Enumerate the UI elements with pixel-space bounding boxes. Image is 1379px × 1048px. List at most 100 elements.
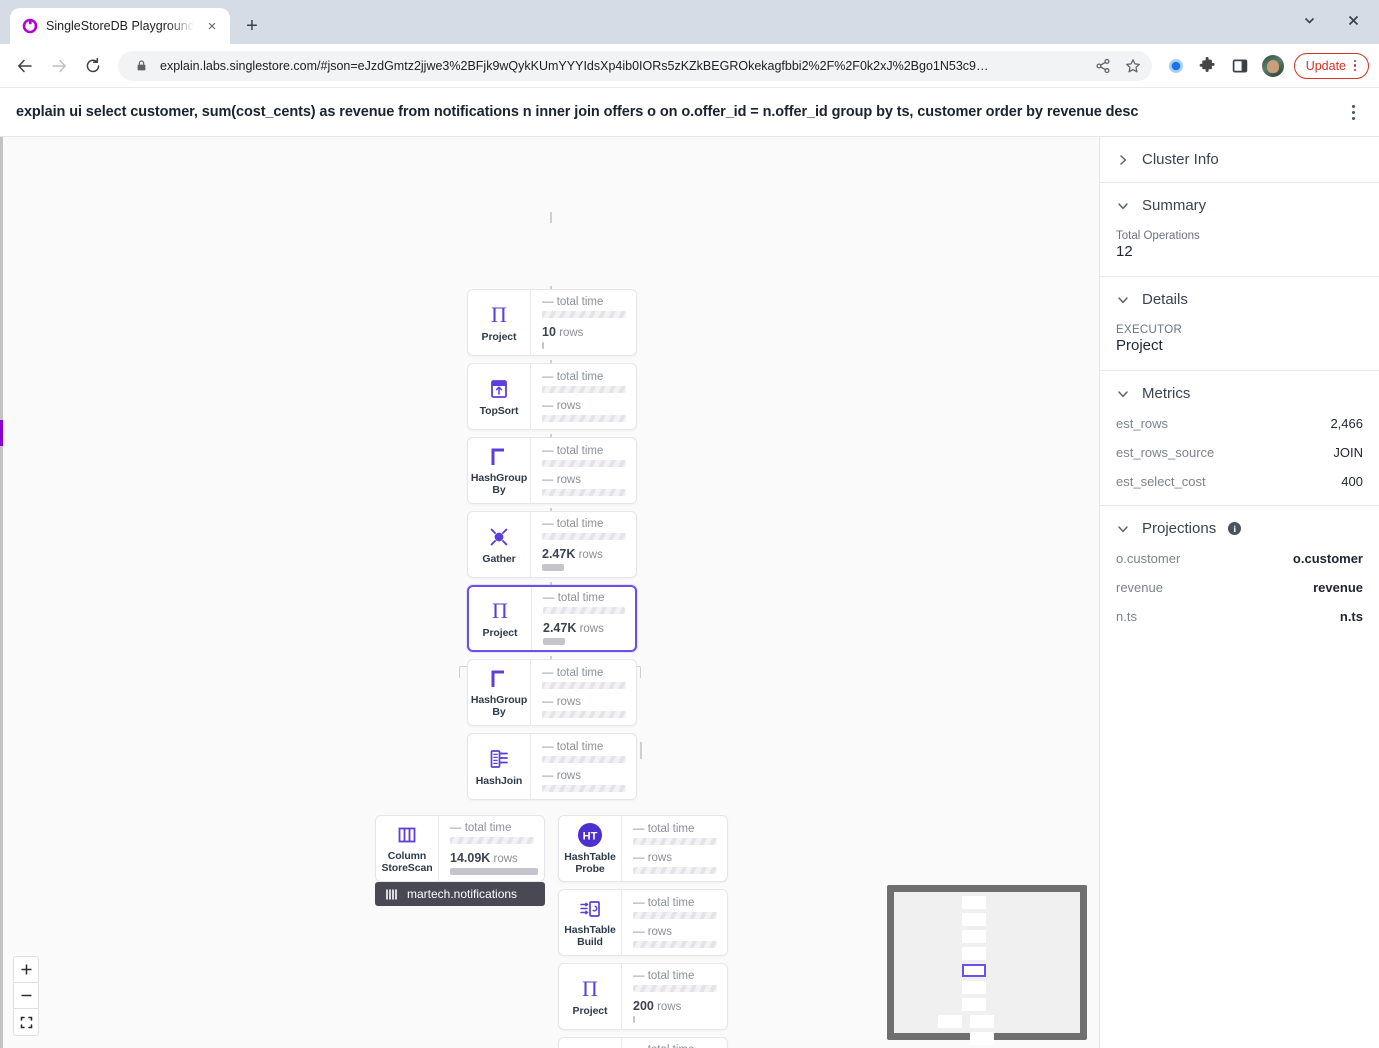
metric-time-text: — total time <box>542 445 626 457</box>
node-identity: Column StoreScan <box>376 816 438 881</box>
section-header[interactable]: Cluster Info <box>1116 151 1363 168</box>
puzzle-extensions-icon[interactable] <box>1194 52 1222 80</box>
chrome-menu-icon[interactable] <box>1348 60 1362 72</box>
section-projections[interactable]: Projections i o.customer o.customer reve… <box>1100 506 1379 640</box>
plan-node-columnstorescan[interactable]: Column StoreScan — total time 14.09K row… <box>375 815 545 882</box>
info-icon[interactable]: i <box>1228 522 1241 535</box>
node-metrics: — total time — rows <box>530 660 636 725</box>
new-tab-button[interactable]: + <box>238 12 266 40</box>
minimap-node <box>962 947 986 960</box>
time-bar <box>542 533 626 540</box>
plan-node-hashtable-build[interactable]: HashTable Build — total time — rows <box>558 889 728 956</box>
minimap[interactable] <box>887 885 1087 1040</box>
node-label: TopSort <box>480 406 519 418</box>
metric-total-time: — total time <box>542 518 626 540</box>
node-metrics: — total time 2.47K rows <box>530 512 636 577</box>
close-icon[interactable]: × <box>202 16 222 36</box>
plan-node-hashgroupby-2[interactable]: HashGroup By — total time — rows <box>467 659 637 726</box>
sidepanel-icon[interactable] <box>1226 52 1254 80</box>
close-icon[interactable] <box>1331 4 1375 36</box>
fit-screen-icon[interactable] <box>14 1009 38 1035</box>
time-bar <box>633 985 717 992</box>
metric-rows: — rows <box>633 852 717 874</box>
plan-node-project-top[interactable]: Π Project — total time 10 rows <box>467 289 637 356</box>
update-button[interactable]: Update <box>1294 53 1369 79</box>
address-bar[interactable]: explain.labs.singlestore.com/#json=eJzdG… <box>118 51 1152 81</box>
zoom-in-button[interactable] <box>14 957 38 983</box>
projection-row: n.ts n.ts <box>1116 609 1363 624</box>
pi-project-icon: Π <box>577 976 603 1002</box>
projection-key: n.ts <box>1116 609 1137 624</box>
chevron-down-icon[interactable] <box>1116 387 1130 401</box>
total-operations-label: Total Operations <box>1116 230 1363 242</box>
section-cluster-info[interactable]: Cluster Info <box>1100 137 1379 183</box>
rows-bar <box>450 868 538 875</box>
chevron-down-icon[interactable] <box>1116 199 1130 213</box>
metric-total-time: — total time <box>542 296 626 318</box>
browser-toolbar: explain.labs.singlestore.com/#json=eJzdG… <box>0 44 1379 88</box>
sync-dot-icon[interactable] <box>1162 52 1190 80</box>
svg-text:HT: HT <box>583 830 598 842</box>
metric-value: 400 <box>1341 474 1363 489</box>
metric-rows: — rows <box>542 770 626 792</box>
total-operations-value: 12 <box>1116 243 1363 260</box>
section-header[interactable]: Summary <box>1116 197 1363 214</box>
metric-total-time: — total time <box>450 822 534 844</box>
node-metrics: — total time — rows <box>530 364 636 429</box>
details-sidebar: Cluster Info Summary Total Operations 12 <box>1100 137 1379 1048</box>
metric-rows: 14.09K rows <box>450 851 534 875</box>
reload-icon[interactable] <box>78 51 108 81</box>
chevron-down-icon[interactable] <box>1287 4 1331 36</box>
metric-time-text: — total time <box>633 970 717 982</box>
back-arrow-icon[interactable] <box>10 51 40 81</box>
star-icon[interactable] <box>1122 55 1144 77</box>
time-bar <box>542 311 626 318</box>
projection-value: o.customer <box>1293 551 1363 566</box>
plan-node-hashtable-probe[interactable]: HT HashTable Probe — total time — rows <box>558 815 728 882</box>
profile-avatar[interactable] <box>1262 55 1284 77</box>
section-header[interactable]: Metrics <box>1116 385 1363 402</box>
node-label: Project <box>483 628 518 640</box>
metric-total-time: — total time <box>542 371 626 393</box>
update-button-label: Update <box>1306 59 1346 73</box>
minimap-node <box>962 913 986 926</box>
section-details[interactable]: Details EXECUTOR Project <box>1100 277 1379 371</box>
share-icon[interactable] <box>1092 55 1114 77</box>
plan-node-hashgroupby-1[interactable]: HashGroup By — total time — rows <box>467 437 637 504</box>
metric-total-time: — total time <box>633 1044 717 1048</box>
chevron-down-icon[interactable] <box>1116 293 1130 307</box>
section-metrics[interactable]: Metrics est_rows 2,466 est_rows_source J… <box>1100 371 1379 506</box>
node-metrics: — total time 200 rows <box>621 1038 727 1048</box>
plan-node-gather[interactable]: Gather — total time 2.47K rows <box>467 511 637 578</box>
metric-total-time: — total time <box>542 445 626 467</box>
plan-node-project-bottom[interactable]: Π Project — total time 200 rows <box>558 963 728 1030</box>
section-summary[interactable]: Summary Total Operations 12 <box>1100 183 1379 277</box>
plan-node-tablescan[interactable]: TableScan — total time 200 rows <box>558 1037 728 1048</box>
metric-rows-text: 200 rows <box>633 999 717 1013</box>
section-title: Projections <box>1142 520 1216 537</box>
browser-tab[interactable]: SingleStoreDB Playground × <box>10 8 230 44</box>
minimap-viewport[interactable] <box>894 892 1080 1033</box>
browser-window: SingleStoreDB Playground × + <box>0 0 1379 1048</box>
time-bar <box>542 386 626 393</box>
gather-icon <box>486 524 512 550</box>
plan-node-topsort[interactable]: TopSort — total time — rows <box>467 363 637 430</box>
plan-canvas[interactable]: Π Project — total time 10 rows <box>0 137 1100 1048</box>
section-header[interactable]: Details <box>1116 291 1363 308</box>
metric-rows: 200 rows <box>633 999 717 1023</box>
metric-rows-text: 14.09K rows <box>450 851 534 865</box>
plan-node-project-selected[interactable]: Π Project — total time 2.47K rows <box>467 585 637 652</box>
zoom-out-button[interactable] <box>14 983 38 1009</box>
plan-node-hashjoin[interactable]: HashJoin — total time — rows <box>467 733 637 800</box>
forward-arrow-icon[interactable] <box>44 51 74 81</box>
metric-time-text: — total time <box>542 518 626 530</box>
metric-rows: 10 rows <box>542 325 626 349</box>
node-metrics: — total time 10 rows <box>530 290 636 355</box>
metric-rows-text: — rows <box>542 474 626 486</box>
chevron-down-icon[interactable] <box>1116 522 1130 536</box>
more-options-icon[interactable] <box>1341 98 1365 126</box>
section-header[interactable]: Projections i <box>1116 520 1363 537</box>
minimap-node <box>962 998 986 1011</box>
chevron-right-icon[interactable] <box>1116 153 1130 167</box>
table-chip-notifications[interactable]: martech.notifications <box>375 882 545 906</box>
